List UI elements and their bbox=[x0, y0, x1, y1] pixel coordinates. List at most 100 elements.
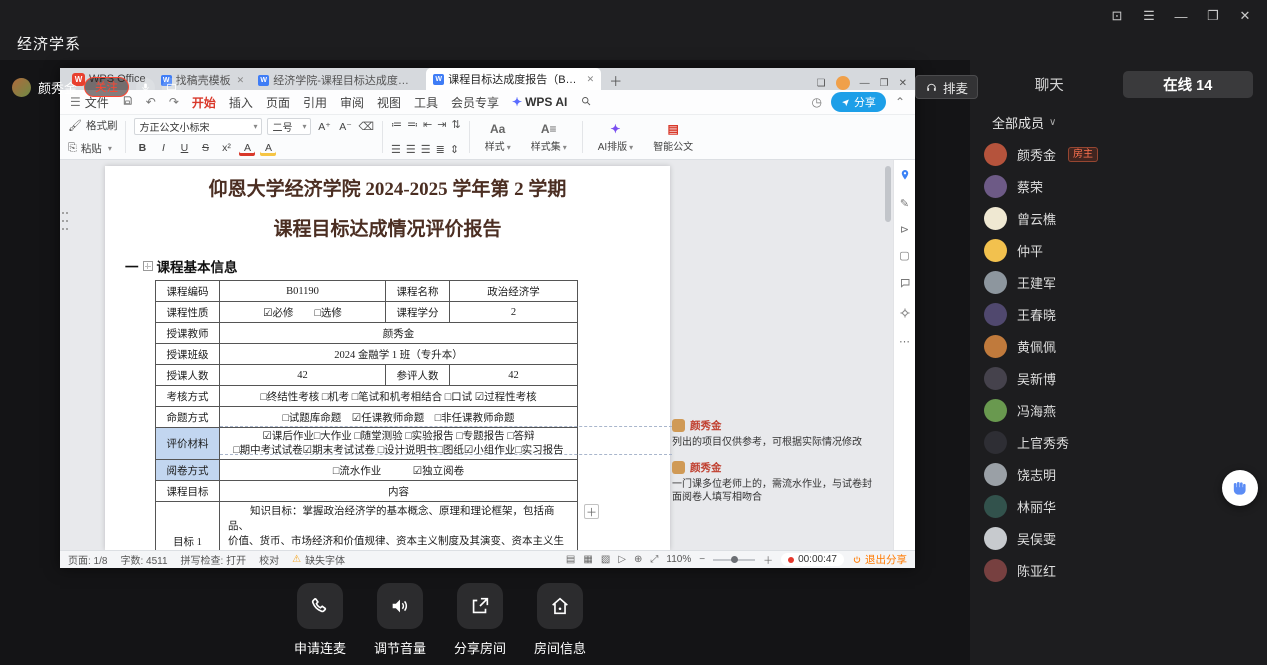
wps-close-icon[interactable]: ✕ bbox=[899, 78, 907, 89]
close-tab-icon[interactable]: ✕ bbox=[587, 74, 595, 85]
document-page[interactable]: 仰恩大学经济学院 2024-2025 学年第 2 学期 课程目标达成情况评价报告… bbox=[105, 166, 670, 550]
menu-tab-reference[interactable]: 引用 bbox=[303, 94, 327, 111]
save-icon[interactable] bbox=[122, 95, 133, 109]
strikethrough-button[interactable]: S bbox=[197, 140, 213, 156]
menu-tab-page[interactable]: 页面 bbox=[266, 94, 290, 111]
menu-tab-view[interactable]: 视图 bbox=[377, 94, 401, 111]
follow-button[interactable]: 关注 bbox=[84, 77, 129, 97]
sort-icon[interactable]: ⇅ bbox=[451, 118, 460, 131]
read-mode-icon[interactable]: ▷ bbox=[618, 554, 626, 565]
member-row[interactable]: 颜秀金 房主 bbox=[970, 138, 1267, 170]
ai-layout-button[interactable]: ✦ AI排版▾ bbox=[591, 118, 640, 156]
share-room-button[interactable]: 分享房间 bbox=[454, 583, 506, 657]
member-row[interactable]: 王建军 bbox=[970, 266, 1267, 298]
underline-button[interactable]: U bbox=[176, 140, 192, 156]
indent-icon[interactable]: ⇥ bbox=[437, 118, 446, 131]
restore-icon[interactable]: ❐ bbox=[1197, 4, 1229, 28]
comment-bubble-icon[interactable] bbox=[899, 277, 911, 292]
view-web-icon[interactable]: ▦ bbox=[583, 554, 592, 565]
wps-ai-menu[interactable]: ✦ WPS AI bbox=[512, 95, 567, 109]
pane-drag-handle[interactable] bbox=[62, 212, 70, 234]
undo-icon[interactable]: ↶ bbox=[146, 95, 156, 109]
zoom-out-button[interactable]: − bbox=[699, 554, 705, 565]
fullscreen-icon[interactable]: ⤢ bbox=[650, 554, 658, 565]
superscript-button[interactable]: x² bbox=[218, 140, 234, 156]
tab-online-members[interactable]: 在线 14 bbox=[1123, 71, 1254, 98]
style-button[interactable]: Aa 样式▾ bbox=[478, 118, 518, 156]
missing-font-warning[interactable]: 缺失字体 bbox=[305, 552, 345, 567]
decrease-font-button[interactable]: A⁻ bbox=[337, 119, 353, 135]
proofread-button[interactable]: 校对 bbox=[259, 552, 279, 567]
format-painter-button[interactable]: 🖌︎ 格式刷 bbox=[68, 118, 117, 133]
member-row[interactable]: 吴新博 bbox=[970, 362, 1267, 394]
menu-tab-member[interactable]: 会员专享 bbox=[451, 94, 499, 111]
doc-tab-3-active[interactable]: W 课程目标达成度报告（B0119 ✕ bbox=[426, 68, 601, 90]
adjust-volume-button[interactable]: 调节音量 bbox=[374, 583, 426, 657]
line-spacing-icon[interactable]: ⇕ bbox=[450, 143, 459, 156]
screen-share-button[interactable] bbox=[162, 78, 181, 97]
new-tab-button[interactable]: ＋ bbox=[601, 71, 630, 90]
settings-icon[interactable] bbox=[899, 307, 911, 322]
page-indicator[interactable]: 页面: 1/8 bbox=[68, 552, 107, 567]
search-icon[interactable] bbox=[580, 95, 592, 110]
menu-tab-insert[interactable]: 插入 bbox=[229, 94, 253, 111]
collapse-ribbon-icon[interactable]: ⌃ bbox=[895, 95, 905, 109]
comment-card[interactable]: 颜秀金 列出的项目仅供参考，可根据实际情况修改 bbox=[672, 418, 880, 449]
style-set-button[interactable]: A≡ 样式集▾ bbox=[524, 118, 574, 156]
align-center-icon[interactable]: ☰ bbox=[406, 143, 416, 156]
zoom-in-button[interactable]: ＋ bbox=[763, 552, 773, 567]
member-filter-dropdown[interactable]: 全部成员 ∨ bbox=[992, 113, 1056, 132]
member-row[interactable]: 王春晓 bbox=[970, 298, 1267, 330]
zoom-slider[interactable] bbox=[713, 559, 755, 561]
exit-share-button[interactable]: 退出分享 bbox=[852, 552, 907, 567]
word-count[interactable]: 字数: 4511 bbox=[120, 552, 167, 567]
minimize-icon[interactable]: — bbox=[1165, 4, 1197, 28]
highlight-button[interactable]: A bbox=[260, 140, 276, 156]
request-mic-button[interactable]: 申请连麦 bbox=[294, 583, 346, 657]
justify-icon[interactable]: ≣ bbox=[436, 143, 445, 156]
add-comment-button[interactable]: ＋ bbox=[584, 504, 599, 519]
outdent-icon[interactable]: ⇤ bbox=[423, 118, 432, 131]
pen-icon[interactable]: ✎ bbox=[900, 199, 909, 210]
align-left-icon[interactable]: ☰ bbox=[391, 143, 401, 156]
view-page-icon[interactable]: ▤ bbox=[566, 554, 575, 565]
member-row[interactable]: 上官秀秀 bbox=[970, 426, 1267, 458]
clear-format-icon[interactable]: ⌫ bbox=[358, 120, 374, 133]
comment-card[interactable]: 颜秀金 一门课多位老师上的，需流水作业，与试卷封面阅卷人填写相吻合 bbox=[672, 460, 880, 504]
layout-icon[interactable]: ⊡ bbox=[1101, 4, 1133, 28]
mic-queue-button[interactable]: 排麦 bbox=[915, 75, 978, 99]
more-icon[interactable]: ⋯ bbox=[899, 337, 910, 348]
select-cursor-icon[interactable]: ⊳ bbox=[900, 225, 909, 236]
menu-tab-home[interactable]: 开始 bbox=[192, 94, 216, 111]
numbered-list-icon[interactable]: ≕ bbox=[407, 118, 418, 131]
room-info-button[interactable]: 房间信息 bbox=[534, 583, 586, 657]
member-row[interactable]: 仲平 bbox=[970, 234, 1267, 266]
paste-button[interactable]: ⎘ 粘贴 ▾ bbox=[68, 141, 117, 156]
close-tab-icon[interactable]: ✕ bbox=[237, 75, 245, 86]
fist-bump-button[interactable] bbox=[1222, 470, 1258, 506]
spellcheck-status[interactable]: 拼写检查: 打开 bbox=[181, 552, 247, 567]
redo-icon[interactable]: ↷ bbox=[169, 95, 179, 109]
italic-button[interactable]: I bbox=[155, 140, 171, 156]
doc-tab-2[interactable]: W 经济学院-课程目标达成度报告模板.. bbox=[251, 70, 426, 90]
bullet-list-icon[interactable]: ≔ bbox=[391, 118, 402, 131]
share-button[interactable]: 分享 bbox=[831, 92, 886, 112]
align-right-icon[interactable]: ☰ bbox=[421, 143, 431, 156]
view-outline-icon[interactable]: ▧ bbox=[601, 554, 610, 565]
font-name-select[interactable]: 方正公文小标宋 ▾ bbox=[134, 118, 262, 135]
mic-button[interactable] bbox=[136, 78, 155, 97]
increase-font-button[interactable]: A⁺ bbox=[316, 119, 332, 135]
menu-tab-review[interactable]: 审阅 bbox=[340, 94, 364, 111]
member-row[interactable]: 陈亚红 bbox=[970, 554, 1267, 586]
zoom-fit-icon[interactable]: ⊕ bbox=[634, 554, 642, 565]
shape-tool-icon[interactable]: ▢ bbox=[899, 251, 909, 262]
smart-doc-button[interactable]: ▤ 智能公文 bbox=[646, 118, 700, 156]
outline-collapse-icon[interactable] bbox=[143, 261, 153, 271]
font-color-button[interactable]: A bbox=[239, 140, 255, 156]
bold-button[interactable]: B bbox=[134, 140, 150, 156]
presenter-avatar[interactable] bbox=[12, 78, 31, 97]
font-size-select[interactable]: 二号 ▾ bbox=[267, 118, 311, 135]
menu-tab-tools[interactable]: 工具 bbox=[414, 94, 438, 111]
member-row[interactable]: 冯海燕 bbox=[970, 394, 1267, 426]
locate-pin-icon[interactable] bbox=[899, 169, 911, 184]
